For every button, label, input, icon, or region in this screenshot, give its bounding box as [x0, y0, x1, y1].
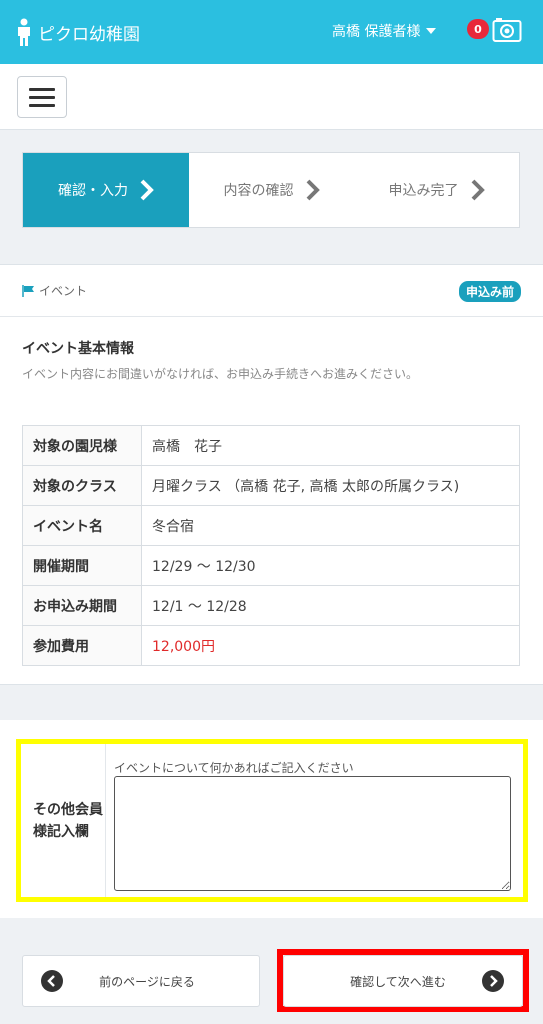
table-row: イベント名 冬合宿: [22, 505, 520, 546]
remarks-hint: イベントについて何かあればご記入ください: [114, 761, 354, 775]
step-label: 内容の確認: [223, 183, 294, 199]
app-logo[interactable]: ピクロ幼稚園: [16, 18, 140, 46]
child-icon: [18, 18, 30, 46]
section-description: イベント内容にお間違いがなければ、お申込み手続きへお進みください。: [22, 367, 419, 381]
caret-down-icon: [426, 28, 437, 34]
row-key: 対象の園児様: [22, 425, 142, 466]
next-button[interactable]: 確認して次へ進む: [283, 955, 523, 1007]
row-key: 参加費用: [22, 625, 142, 666]
card-header: イベント 申込み前: [0, 265, 543, 317]
remarks-textarea[interactable]: [114, 776, 511, 891]
app-title: ピクロ幼稚園: [38, 24, 140, 45]
step-review: 内容の確認: [189, 153, 354, 227]
step-complete: 申込み完了: [354, 153, 519, 227]
remarks-label: その他会員様記入欄: [21, 744, 106, 897]
remarks-field: イベントについて何かあればご記入ください: [106, 744, 523, 897]
status-badge: 申込み前: [458, 281, 521, 302]
table-row: 対象のクラス 月曜クラス （高橋 花子, 高橋 太郎の所属クラス): [22, 465, 520, 506]
row-value: 冬合宿: [141, 505, 520, 546]
row-value: 月曜クラス （高橋 花子, 高橋 太郎の所属クラス): [141, 465, 520, 506]
row-key: お申込み期間: [22, 585, 142, 626]
step-label: 申込み完了: [388, 183, 459, 199]
row-key: 開催期間: [22, 545, 142, 586]
chevron-left-circle-icon: [41, 970, 63, 992]
table-row: 開催期間 12/29 〜 12/30: [22, 545, 520, 586]
price-value: 12,000円: [141, 625, 520, 666]
hamburger-line: [29, 103, 55, 107]
user-name: 高橋 保護者様: [332, 24, 421, 40]
progress-stepper: 確認・入力 内容の確認 申込み完了: [22, 152, 520, 228]
back-button-label: 前のページに戻る: [99, 974, 195, 989]
category-label: イベント: [39, 284, 88, 298]
event-info-card: イベント 申込み前 イベント基本情報 イベント内容にお間違いがなければ、お申込み…: [0, 264, 543, 685]
row-value: 12/1 〜 12/28: [141, 585, 520, 626]
row-key: 対象のクラス: [22, 465, 142, 506]
hamburger-menu-button[interactable]: [17, 76, 67, 118]
step-confirm-input: 確認・入力: [23, 153, 189, 227]
back-button[interactable]: 前のページに戻る: [22, 955, 260, 1007]
row-value: 12/29 〜 12/30: [141, 545, 520, 586]
chevron-right-circle-icon: [482, 970, 504, 992]
row-key: イベント名: [22, 505, 142, 546]
chevron-right-icon: [471, 179, 485, 201]
table-row: お申込み期間 12/1 〜 12/28: [22, 585, 520, 626]
chevron-right-icon: [140, 179, 154, 201]
step-label: 確認・入力: [58, 183, 128, 199]
event-info-table: 対象の園児様 高橋 花子 対象のクラス 月曜クラス （高橋 花子, 高橋 太郎の…: [22, 425, 520, 666]
section-title: イベント基本情報: [22, 341, 134, 357]
user-menu[interactable]: 高橋 保護者様: [332, 21, 437, 41]
camera-icon[interactable]: [492, 16, 522, 44]
top-header: ピクロ幼稚園 高橋 保護者様 0: [0, 0, 543, 64]
menu-bar: [0, 64, 543, 130]
next-button-label: 確認して次へ進む: [350, 974, 446, 989]
chevron-right-icon: [306, 179, 320, 201]
flag-icon: [22, 284, 34, 297]
remarks-section: その他会員様記入欄 イベントについて何かあればご記入ください: [0, 720, 543, 918]
table-row: 対象の園児様 高橋 花子: [22, 425, 520, 466]
notification-badge: 0: [467, 19, 489, 39]
remarks-highlight: その他会員様記入欄 イベントについて何かあればご記入ください: [16, 739, 528, 902]
table-row: 参加費用 12,000円: [22, 625, 520, 666]
hamburger-line: [29, 87, 55, 91]
row-value: 高橋 花子: [141, 425, 520, 466]
hamburger-line: [29, 95, 55, 99]
